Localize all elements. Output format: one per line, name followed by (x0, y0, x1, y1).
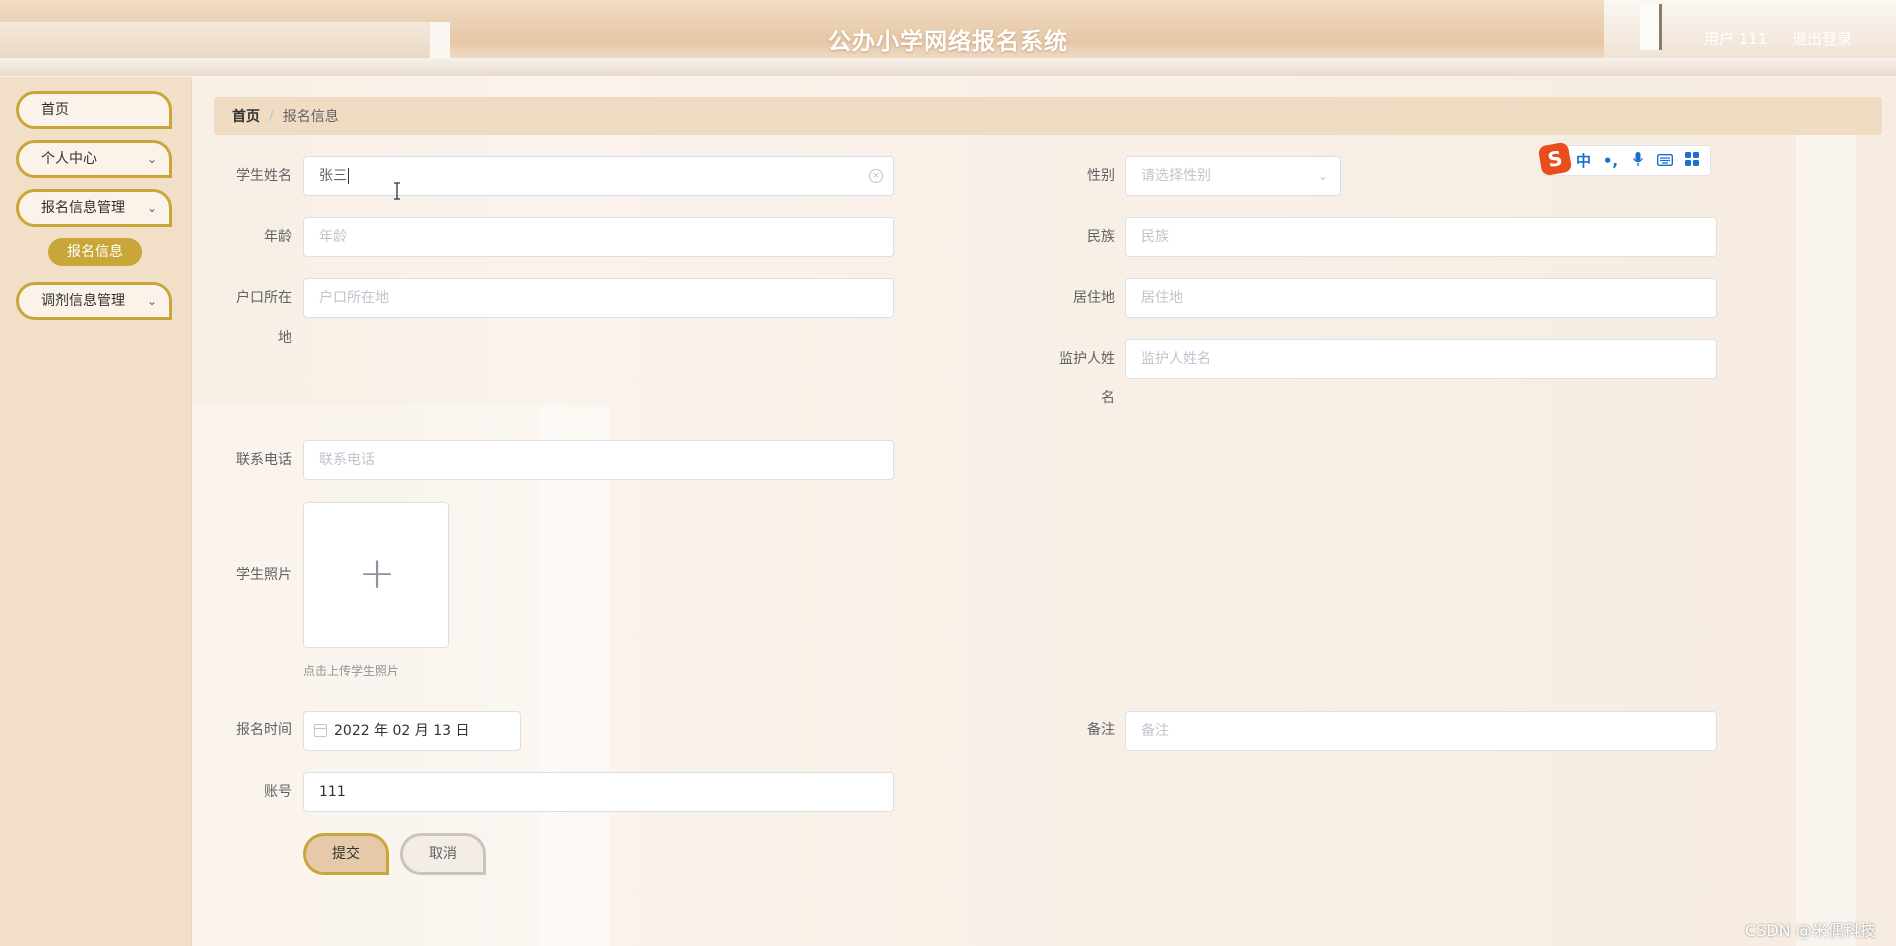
breadcrumb-home[interactable]: 首页 (232, 106, 260, 126)
student-name-label: 学生姓名 (236, 168, 292, 184)
age-placeholder: 年龄 (319, 229, 347, 245)
residence-placeholder: 居住地 (1141, 290, 1183, 306)
age-label: 年龄 (264, 229, 292, 245)
submit-button[interactable]: 提交 (303, 833, 389, 875)
photo-upload[interactable]: + (303, 502, 449, 648)
sidebar-item-label: 报名信息管理 (41, 200, 125, 216)
registration-time-value: 2022 年 02 月 13 日 (334, 723, 470, 739)
sogou-logo-icon[interactable]: S (1537, 141, 1573, 176)
ime-toolbar: S 中 •, (1537, 141, 1711, 176)
app-title: 公办小学网络报名系统 (828, 29, 1068, 55)
sidebar-subitem-registration-info[interactable]: 报名信息 (48, 238, 142, 266)
photo-label: 学生照片 (236, 567, 292, 583)
account-value: 111 (319, 784, 346, 800)
hukou-label-line1: 户口所在 (236, 290, 292, 306)
account-label: 账号 (264, 784, 292, 800)
clear-icon[interactable]: × (869, 169, 883, 183)
hukou-placeholder: 户口所在地 (319, 290, 389, 306)
guardian-label-line2: 名 (1101, 390, 1115, 406)
guardian-placeholder: 监护人姓名 (1141, 351, 1211, 367)
chevron-down-icon: ⌄ (146, 201, 157, 215)
registration-time-picker[interactable]: 2022 年 02 月 13 日 (303, 711, 521, 751)
sidebar-item-registration-management[interactable]: 报名信息管理 ⌄ (16, 189, 172, 227)
ethnicity-input[interactable]: 民族 (1125, 217, 1717, 257)
photo-upload-tip: 点击上传学生照片 (303, 664, 400, 678)
guardian-label-line1: 监护人姓 (1059, 351, 1115, 367)
sidebar-item-label: 调剂信息管理 (41, 293, 125, 309)
keyboard-icon[interactable] (1651, 152, 1678, 170)
user-label: 用户 111 (1704, 30, 1768, 48)
residence-label: 居住地 (1073, 290, 1115, 306)
registration-time-label: 报名时间 (236, 722, 292, 738)
header: 公办小学网络报名系统 用户 111 退出登录 (0, 0, 1896, 76)
ibeam-cursor-icon (394, 182, 400, 200)
microphone-icon[interactable] (1624, 151, 1651, 171)
phone-placeholder: 联系电话 (319, 452, 375, 468)
remark-input[interactable]: 备注 (1125, 711, 1717, 751)
breadcrumb-separator: / (269, 108, 274, 124)
cancel-button[interactable]: 取消 (400, 833, 486, 875)
sidebar-item-label: 首页 (41, 102, 69, 118)
gender-label: 性别 (1087, 168, 1115, 184)
phone-label: 联系电话 (236, 452, 292, 468)
sidebar-item-adjustment-management[interactable]: 调剂信息管理 ⌄ (16, 282, 172, 320)
breadcrumb-current: 报名信息 (282, 109, 339, 125)
chevron-down-icon: ⌄ (146, 294, 157, 308)
sidebar-item-personal-center[interactable]: 个人中心 ⌄ (16, 140, 172, 178)
ethnicity-label: 民族 (1087, 229, 1115, 245)
ethnicity-placeholder: 民族 (1141, 229, 1169, 245)
account-input[interactable]: 111 (303, 772, 894, 812)
toolbox-grid-icon[interactable] (1678, 151, 1705, 170)
hukou-label-line2: 地 (278, 330, 292, 346)
breadcrumb: 首页 / 报名信息 (214, 97, 1882, 135)
background-decoration (540, 405, 610, 946)
logout-link[interactable]: 退出登录 (1792, 28, 1852, 49)
remark-placeholder: 备注 (1141, 723, 1169, 739)
watermark: CSDN @米偶科技 (1745, 921, 1876, 940)
text-caret (348, 168, 349, 184)
sidebar: 首页 个人中心 ⌄ 报名信息管理 ⌄ 报名信息 调剂信息管理 ⌄ (0, 77, 192, 946)
student-name-value: 张三 (319, 168, 347, 184)
phone-input[interactable]: 联系电话 (303, 440, 894, 480)
gender-select[interactable]: 请选择性别 ⌄ (1125, 156, 1341, 196)
chevron-down-icon: ⌄ (1317, 169, 1328, 183)
chevron-down-icon: ⌄ (146, 152, 157, 166)
remark-label: 备注 (1087, 722, 1115, 738)
background-decoration (1796, 120, 1856, 946)
sidebar-item-home[interactable]: 首页 (16, 91, 172, 129)
gender-placeholder: 请选择性别 (1141, 168, 1211, 184)
plus-icon: + (358, 548, 396, 599)
calendar-icon (314, 724, 327, 737)
hukou-input[interactable]: 户口所在地 (303, 278, 894, 318)
guardian-name-input[interactable]: 监护人姓名 (1125, 339, 1717, 379)
ime-mode-toggle[interactable]: 中 (1570, 150, 1597, 171)
age-input[interactable]: 年龄 (303, 217, 894, 257)
sidebar-item-label: 个人中心 (41, 151, 97, 167)
punctuation-toggle[interactable]: •, (1597, 152, 1624, 170)
residence-input[interactable]: 居住地 (1125, 278, 1717, 318)
header-decoration-strip (0, 58, 1896, 76)
